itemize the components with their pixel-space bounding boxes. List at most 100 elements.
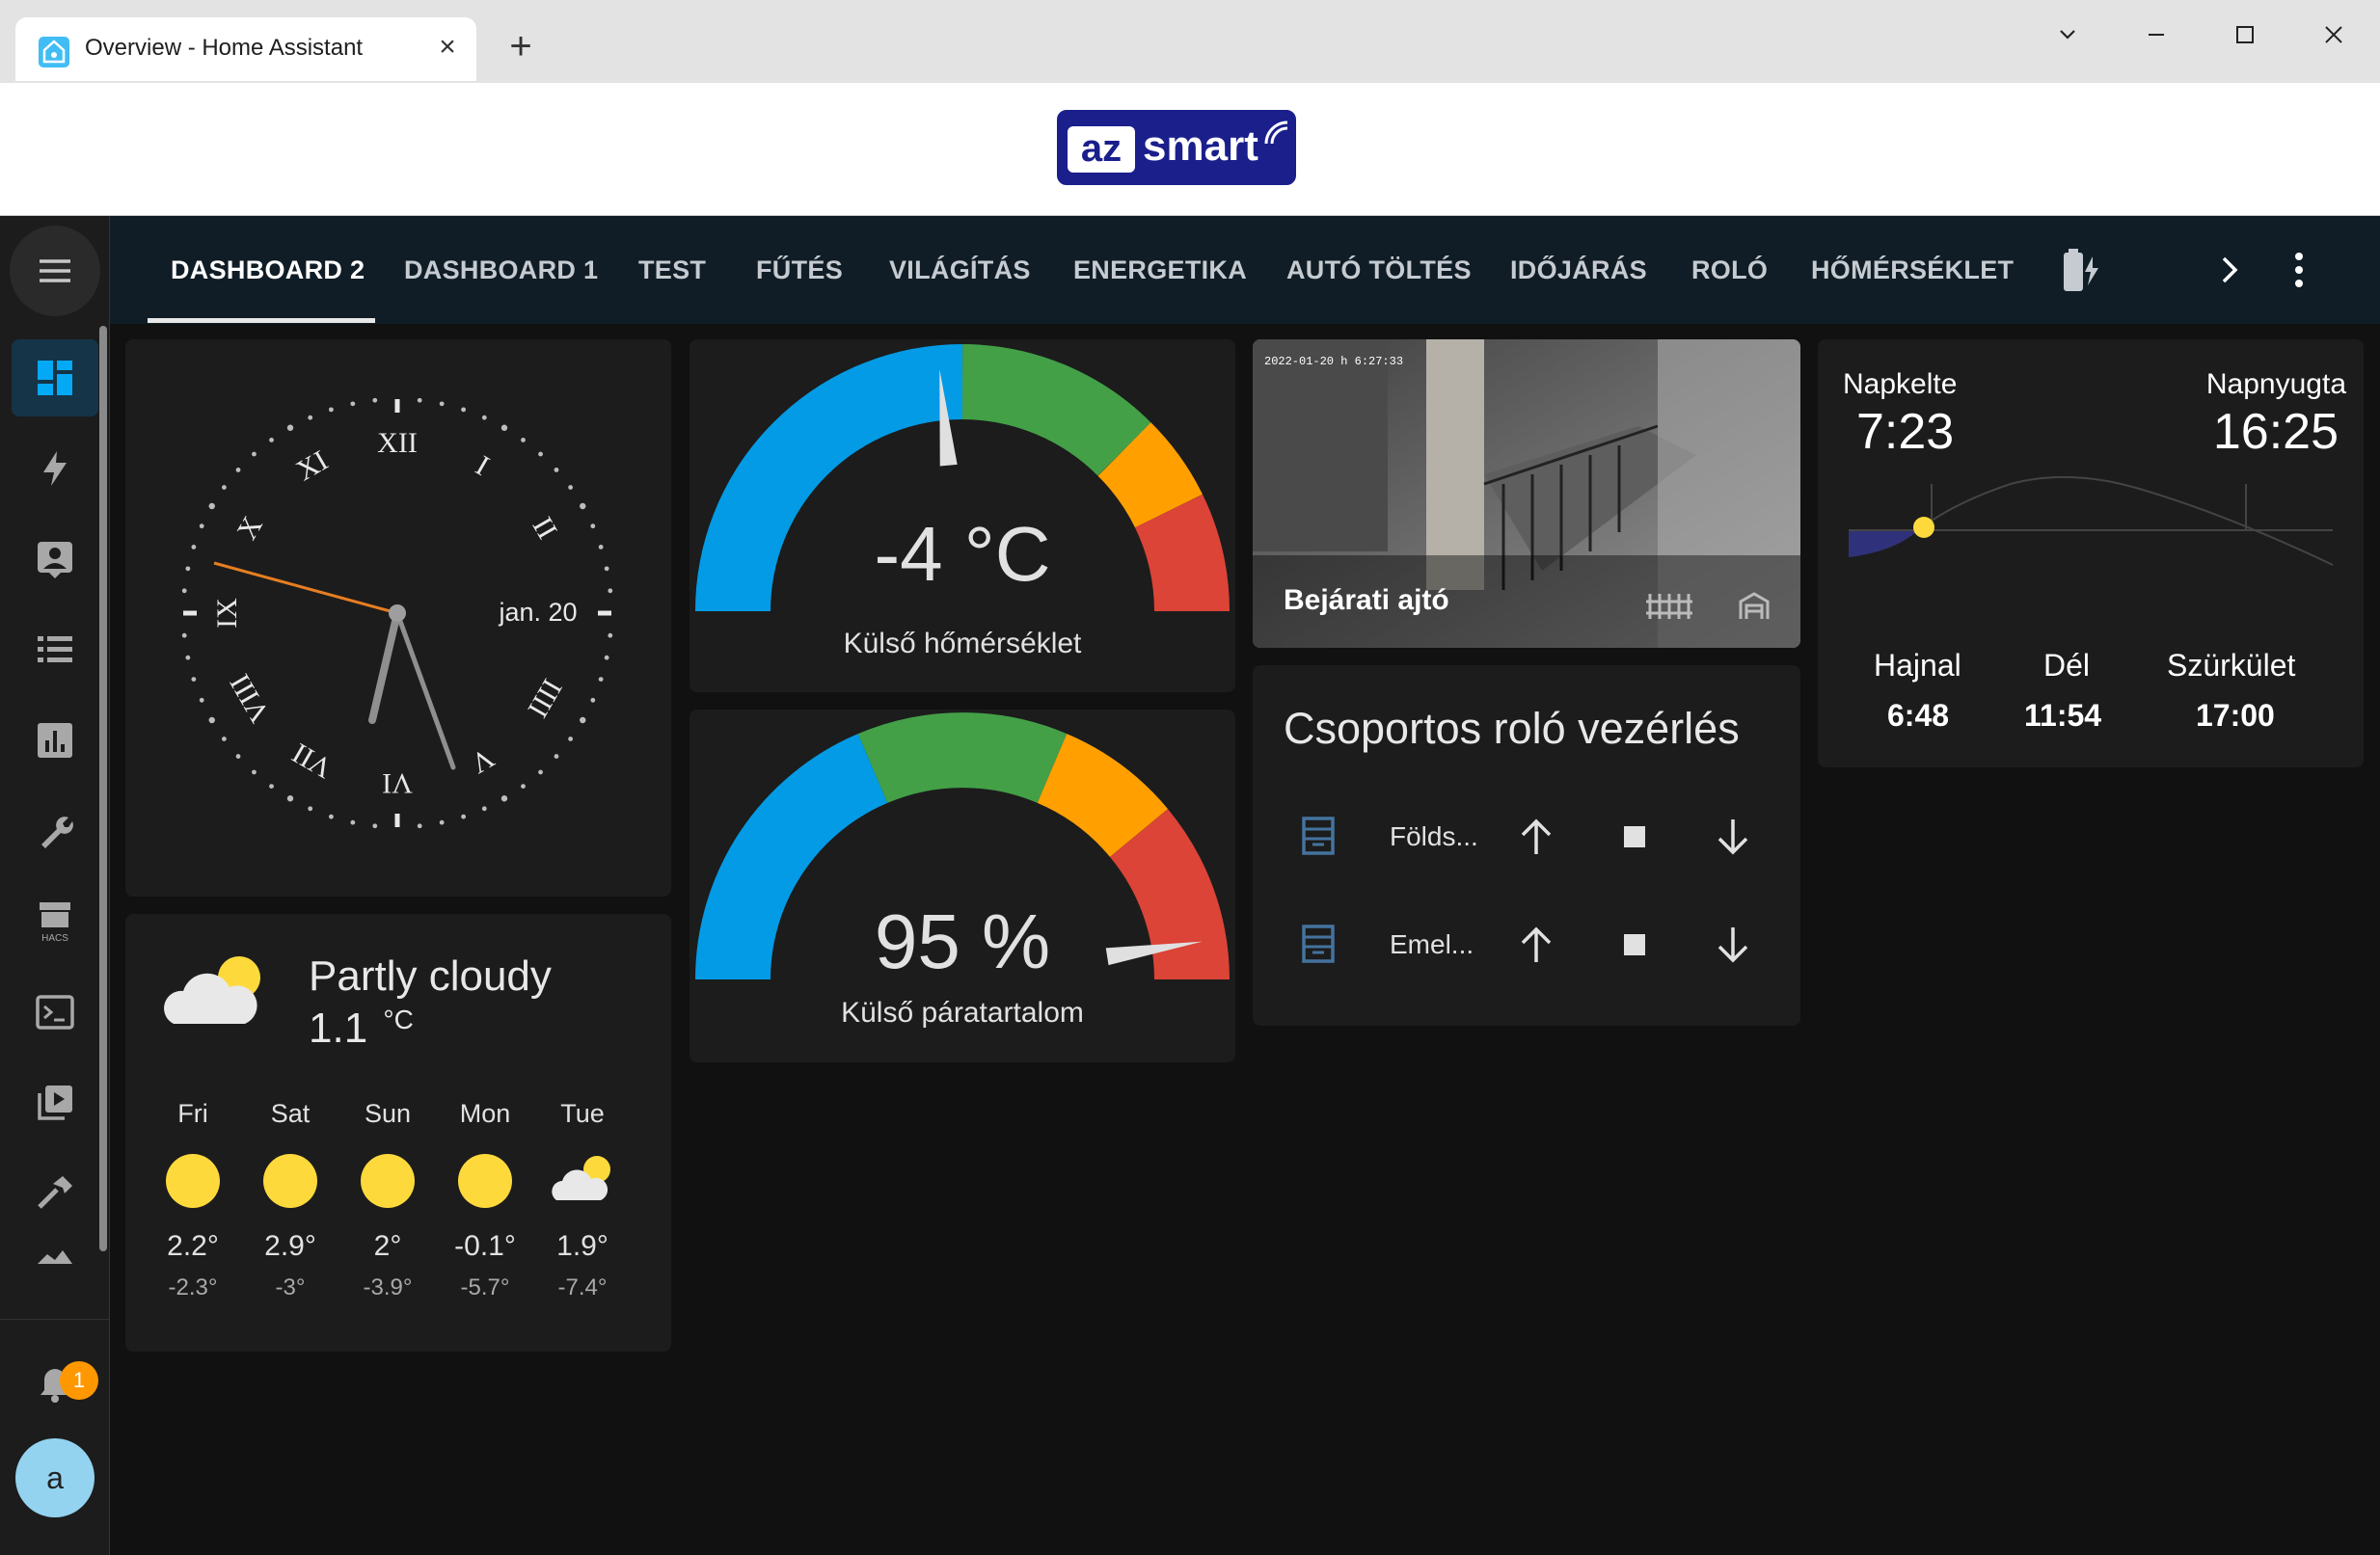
- azsmart-logo: az smart: [1057, 110, 1296, 185]
- stop-icon[interactable]: [1611, 814, 1658, 865]
- minimize-button[interactable]: [2135, 13, 2177, 56]
- browser-tab-bar: Overview - Home Assistant × +: [0, 0, 2380, 83]
- clock-minute-dot: [372, 397, 378, 403]
- new-tab-button[interactable]: +: [501, 27, 540, 66]
- hamburger-menu-icon[interactable]: [10, 226, 100, 316]
- clock-date: jan. 20: [498, 598, 577, 627]
- camera-card[interactable]: 2022-01-20 h 6:27:33 Bejárati ajtó: [1253, 339, 1800, 648]
- forecast-high: 2.2°: [167, 1230, 219, 1262]
- sun-icon: [339, 1138, 436, 1224]
- roller-card-title: Csoportos roló vezérlés: [1284, 704, 1740, 753]
- tab-rolo[interactable]: ROLÓ: [1691, 216, 1768, 324]
- clock-numeral: X: [230, 511, 269, 546]
- stop-icon[interactable]: [1611, 922, 1658, 973]
- forecast-day: Mon -0.1° -5.7°: [437, 1099, 533, 1330]
- sidebar-item-hacs[interactable]: HACS: [12, 883, 98, 960]
- tab-test[interactable]: TEST: [638, 216, 706, 324]
- forecast-day: Tue 1.9° -7.4°: [534, 1099, 631, 1330]
- clock-minute-dot: [554, 468, 559, 472]
- tab-battery-charging-icon[interactable]: [2054, 247, 2102, 298]
- tab-energetika[interactable]: ENERGETIKA: [1073, 216, 1247, 324]
- arrow-up-icon[interactable]: [1513, 922, 1559, 973]
- clock-minute-dot: [199, 697, 204, 703]
- forecast-day: Fri 2.2° -2.3°: [145, 1099, 241, 1330]
- clock-minute-dot: [252, 451, 257, 457]
- clock-minute-dot: [328, 407, 334, 413]
- header-banner: az smart: [0, 83, 2380, 216]
- dawn-label: Hajnal: [1874, 648, 1961, 683]
- roller-group-card: Csoportos roló vezérlés Földs... Emel...: [1253, 665, 1800, 1026]
- clock-minute-dot: [500, 424, 508, 431]
- sidebar-scrollbar[interactable]: [99, 326, 107, 1251]
- sidebar-item-energy[interactable]: [12, 430, 98, 507]
- account-box-icon: [38, 542, 72, 578]
- browser-tab[interactable]: Overview - Home Assistant ×: [15, 17, 476, 81]
- clock-minute-dot: [235, 754, 241, 759]
- sidebar: HACS 1 a: [0, 216, 110, 1555]
- tab-homerseklet[interactable]: HŐMÉRSÉKLET: [1811, 216, 2014, 324]
- forecast-day-name: Tue: [560, 1099, 605, 1128]
- clock-minute-dot: [208, 716, 215, 724]
- clock-minute-dot: [308, 806, 313, 812]
- tab-dashboard-1[interactable]: DASHBOARD 1: [404, 216, 598, 324]
- roller-row: Emel...: [1253, 898, 1800, 991]
- clock-minute-dot: [500, 795, 508, 802]
- user-avatar[interactable]: a: [15, 1438, 95, 1517]
- tab-search-chevron-icon[interactable]: [2046, 13, 2089, 56]
- clock-minute-dot: [598, 544, 604, 550]
- tab-auto-toltes[interactable]: AUTÓ TÖLTÉS: [1286, 216, 1472, 324]
- clock-minute-dot: [286, 795, 294, 802]
- close-window-button[interactable]: [2312, 13, 2355, 56]
- tab-vilagitas[interactable]: VILÁGÍTÁS: [889, 216, 1031, 324]
- roller-name[interactable]: Emel...: [1390, 929, 1474, 960]
- sidebar-item-map[interactable]: [12, 521, 98, 598]
- weather-temperature-value: 1.1: [309, 1005, 368, 1052]
- roller-name[interactable]: Földs...: [1390, 821, 1478, 852]
- sidebar-item-logbook[interactable]: [12, 611, 98, 688]
- forecast-low: -7.4°: [557, 1274, 608, 1300]
- forecast-day-name: Sun: [364, 1099, 412, 1128]
- sidebar-item-settings-tools[interactable]: [12, 792, 98, 870]
- wifi-signal-icon: [1264, 121, 1288, 145]
- clock-minute-dot: [590, 523, 596, 529]
- clock-numeral: IIII: [522, 674, 569, 723]
- weather-card[interactable]: Partly cloudy 1.1 °C Fri 2.2° -2.3° Sat 2.9°…: [125, 914, 671, 1352]
- clock-minute-dot: [191, 544, 197, 550]
- tab-dashboard-2[interactable]: DASHBOARD 2: [171, 216, 365, 324]
- clock-minute-dot: [372, 823, 378, 829]
- arrow-down-icon[interactable]: [1710, 922, 1756, 973]
- clock-minute-dot: [608, 632, 613, 638]
- temperature-gauge: -4 °C Külső hőmérséklet: [695, 344, 1230, 659]
- arrow-down-icon[interactable]: [1710, 814, 1756, 865]
- sidebar-item-more[interactable]: [12, 1236, 98, 1274]
- sidebar-item-overview[interactable]: [12, 339, 98, 416]
- list-icon: [38, 636, 72, 662]
- clock-minute-dot: [521, 784, 526, 790]
- tab-futes[interactable]: FŰTÉS: [756, 216, 843, 324]
- tab-idojaras[interactable]: IDŐJÁRÁS: [1510, 216, 1647, 324]
- forecast-day-name: Fri: [177, 1099, 208, 1128]
- clock-minute-dot: [221, 737, 227, 741]
- clock-minute-dot: [417, 823, 422, 829]
- arrow-up-icon[interactable]: [1513, 814, 1559, 865]
- maximize-button[interactable]: [2224, 13, 2266, 56]
- overflow-menu-icon[interactable]: [2289, 249, 2309, 296]
- tab-close-icon[interactable]: ×: [432, 31, 463, 64]
- clock-minute-dot: [235, 468, 241, 472]
- forecast-high: 1.9°: [556, 1230, 609, 1262]
- sidebar-item-terminal[interactable]: [12, 974, 98, 1051]
- forecast-row: Fri 2.2° -2.3° Sat 2.9° -3° Sun 2° -3.9° Mon -0.1°…: [145, 1099, 646, 1330]
- garage-icon[interactable]: [1739, 590, 1770, 626]
- camera-footer: Bejárati ajtó: [1253, 555, 1800, 648]
- sidebar-item-history[interactable]: [12, 702, 98, 779]
- sidebar-item-developer-tools[interactable]: [12, 1155, 98, 1232]
- clock-numeral: VIII: [224, 669, 276, 728]
- humidity-gauge-card: 95 % Külső páratartalom: [690, 710, 1235, 1062]
- weather-condition: Partly cloudy: [309, 952, 552, 1000]
- clock-numeral: V: [465, 741, 500, 780]
- gate-icon[interactable]: [1646, 590, 1692, 626]
- clock-minute-dot: [350, 401, 356, 407]
- hacs-store-icon: HACS: [40, 902, 70, 943]
- scroll-tabs-right-icon[interactable]: [2214, 253, 2243, 292]
- sidebar-item-media[interactable]: [12, 1064, 98, 1141]
